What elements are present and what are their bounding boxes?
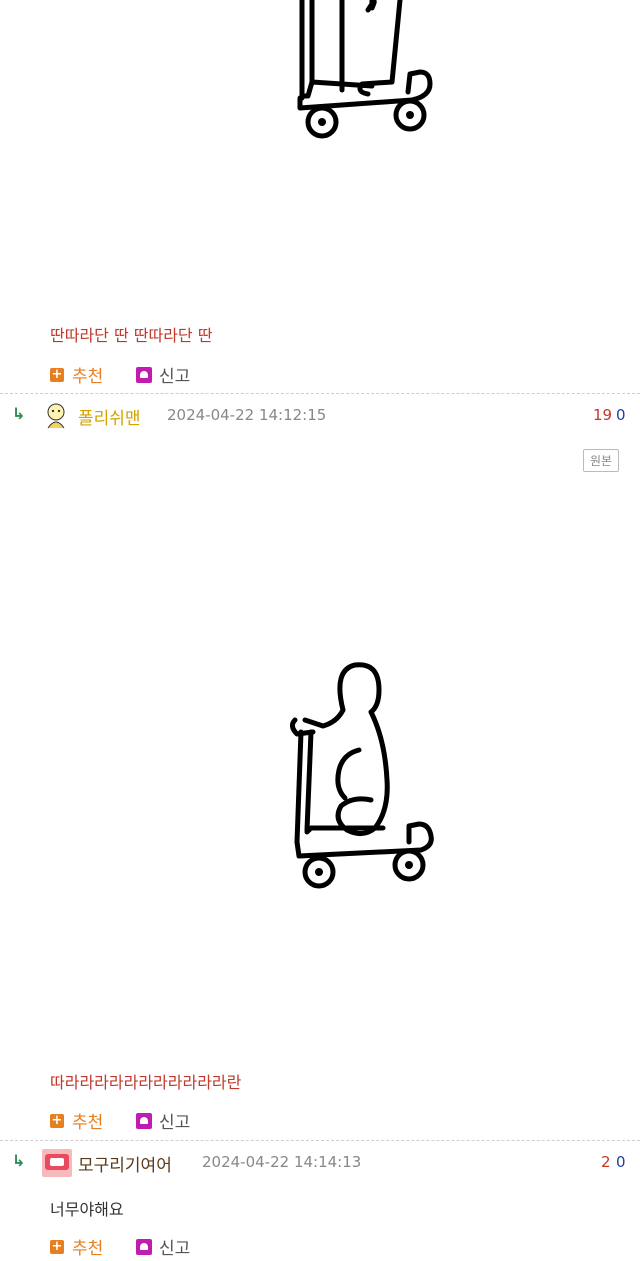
recommend-label: 추천 xyxy=(72,1113,104,1133)
comment-timestamp: 2024-04-22 14:14:13 xyxy=(202,1153,362,1171)
downvote-count: 0 xyxy=(616,406,626,424)
upvote-count: 2 xyxy=(601,1153,611,1171)
report-button[interactable]: 신고 xyxy=(136,1108,190,1133)
recommend-label: 추천 xyxy=(72,1239,104,1259)
recommend-button[interactable]: + 추천 xyxy=(50,362,103,387)
plus-icon: + xyxy=(50,1112,64,1128)
original-image-button[interactable]: 원본 xyxy=(583,449,620,472)
scooter-drawing-top xyxy=(297,0,433,139)
comment-text: 너무야해요 xyxy=(50,1200,124,1219)
report-label: 신고 xyxy=(159,1113,191,1133)
user-avatar-icon[interactable] xyxy=(43,402,69,430)
comment-divider xyxy=(0,1140,640,1141)
siren-icon xyxy=(136,1238,152,1255)
comment-timestamp: 2024-04-22 14:12:15 xyxy=(167,406,327,424)
siren-icon xyxy=(136,1112,152,1129)
comment-text: 따라라라라라라라라라라라란 xyxy=(50,1073,242,1092)
comment-author[interactable]: 모구리기여어 xyxy=(78,1151,172,1176)
reply-arrow-icon: ↳ xyxy=(12,404,26,423)
reply-arrow-icon: ↳ xyxy=(12,1151,26,1170)
report-label: 신고 xyxy=(159,1239,191,1259)
recommend-label: 추천 xyxy=(72,367,104,387)
user-avatar-icon[interactable] xyxy=(42,1149,72,1177)
report-button[interactable]: 신고 xyxy=(136,1234,190,1259)
report-button[interactable]: 신고 xyxy=(136,362,190,387)
comment-text: 딴따라단 딴 딴따라단 딴 xyxy=(50,326,213,345)
recommend-button[interactable]: + 추천 xyxy=(50,1234,103,1259)
upvote-count: 19 xyxy=(593,406,613,424)
comment-divider xyxy=(0,393,640,394)
scooter-drawing xyxy=(289,662,434,889)
plus-icon: + xyxy=(50,1238,64,1254)
downvote-count: 0 xyxy=(616,1153,626,1171)
report-label: 신고 xyxy=(159,367,191,387)
siren-icon xyxy=(136,366,152,383)
recommend-button[interactable]: + 추천 xyxy=(50,1108,103,1133)
plus-icon: + xyxy=(50,366,64,382)
comment-author[interactable]: 폴리쉬맨 xyxy=(78,404,141,429)
